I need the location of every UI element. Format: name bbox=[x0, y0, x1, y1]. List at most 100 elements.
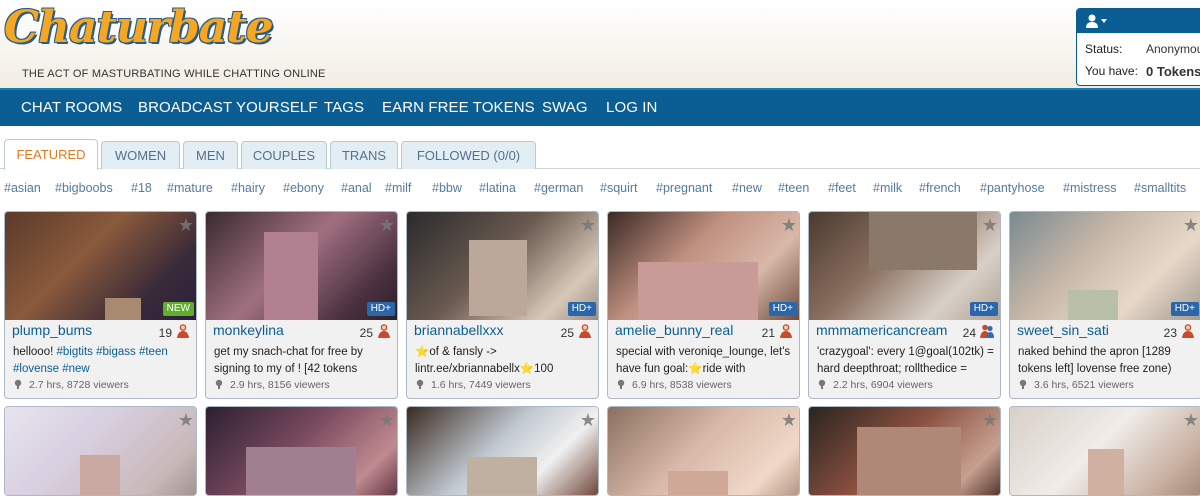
room-card[interactable]: ★ HD+ amelie_bunny_real 21 special with vero… bbox=[607, 211, 800, 399]
room-card[interactable]: ★ NEW plump_bums 19 hellooo! #bigtits #bigas… bbox=[4, 211, 197, 399]
room-thumbnail[interactable]: ★ NEW bbox=[5, 212, 196, 320]
hashtag-link[interactable]: #milf bbox=[385, 181, 411, 195]
room-card[interactable]: ★ bbox=[1009, 406, 1200, 496]
room-thumbnail[interactable]: ★ HD+ bbox=[809, 212, 1000, 320]
subject-hashtag-link[interactable]: #new bbox=[62, 363, 90, 375]
tab-women[interactable]: WOMEN bbox=[101, 141, 180, 169]
star-icon[interactable]: ★ bbox=[379, 215, 395, 236]
subject-hashtag-link[interactable]: #teen bbox=[139, 346, 168, 358]
room-subject: hellooo! #bigtits #bigass #teen #lovense… bbox=[13, 346, 168, 375]
room-thumbnail[interactable]: ★ HD+ bbox=[206, 212, 397, 320]
hashtag-link[interactable]: #latina bbox=[479, 181, 516, 195]
hashtag-link[interactable]: #squirt bbox=[600, 181, 638, 195]
female-gender-icon bbox=[176, 323, 190, 339]
nav-swag[interactable]: SWAG bbox=[542, 99, 588, 116]
room-age: 21 bbox=[761, 326, 775, 340]
subject-hashtag-link[interactable]: #lovense bbox=[13, 363, 59, 375]
room-username[interactable]: sweet_sin_sati bbox=[1017, 322, 1109, 338]
star-icon[interactable]: ★ bbox=[580, 410, 596, 431]
hashtag-link[interactable]: #milk bbox=[873, 181, 902, 195]
room-card[interactable]: ★ bbox=[808, 406, 1001, 496]
room-card[interactable]: ★ HD+ sweet_sin_sati 23 naked behind the apr… bbox=[1009, 211, 1200, 399]
room-age: 19 bbox=[158, 326, 172, 340]
room-thumbnail[interactable]: ★ HD+ bbox=[1010, 212, 1200, 320]
room-subject: 'crazygoal': every 1@goal(102tk) = hard … bbox=[817, 346, 994, 375]
hd-badge: HD+ bbox=[366, 302, 395, 316]
room-username[interactable]: monkeylina bbox=[213, 322, 284, 338]
hashtag-link[interactable]: #pantyhose bbox=[980, 181, 1045, 195]
nav-log-in[interactable]: LOG IN bbox=[606, 99, 657, 116]
star-icon[interactable]: ★ bbox=[1183, 410, 1199, 431]
hashtag-link[interactable]: #18 bbox=[131, 181, 152, 195]
room-card[interactable]: ★ HD+ briannabellxxx 25 ⭐of & fansly -> lint… bbox=[406, 211, 599, 399]
room-meta-text: 3.6 hrs, 6521 viewers bbox=[1034, 379, 1134, 391]
star-icon[interactable]: ★ bbox=[982, 215, 998, 236]
censor-block bbox=[668, 471, 728, 495]
room-thumbnail[interactable]: ★ bbox=[608, 407, 799, 495]
hashtag-link[interactable]: #feet bbox=[828, 181, 856, 195]
star-icon[interactable]: ★ bbox=[178, 410, 194, 431]
tab-followed[interactable]: FOLLOWED (0/0) bbox=[401, 141, 536, 169]
hashtag-link[interactable]: #pregnant bbox=[656, 181, 712, 195]
star-icon[interactable]: ★ bbox=[580, 215, 596, 236]
user-box-header[interactable] bbox=[1077, 9, 1200, 33]
hashtag-link[interactable]: #asian bbox=[4, 181, 41, 195]
room-meta-text: 6.9 hrs, 8538 viewers bbox=[632, 379, 732, 391]
hashtag-link[interactable]: #french bbox=[919, 181, 961, 195]
star-icon[interactable]: ★ bbox=[1183, 215, 1199, 236]
room-meta-text: 2.7 hrs, 8728 viewers bbox=[29, 379, 129, 391]
hashtag-link[interactable]: #smalltits bbox=[1134, 181, 1186, 195]
new-badge: NEW bbox=[162, 302, 194, 316]
room-thumbnail[interactable]: ★ bbox=[1010, 407, 1200, 495]
nav-broadcast-yourself[interactable]: BROADCAST YOURSELF bbox=[138, 99, 318, 116]
hashtag-link[interactable]: #bigboobs bbox=[55, 181, 113, 195]
room-thumbnail[interactable]: ★ HD+ bbox=[608, 212, 799, 320]
hd-badge: HD+ bbox=[567, 302, 596, 316]
nav-earn-free-tokens[interactable]: EARN FREE TOKENS bbox=[382, 99, 535, 116]
star-icon[interactable]: ★ bbox=[781, 215, 797, 236]
hashtag-link[interactable]: #mistress bbox=[1063, 181, 1116, 195]
star-icon[interactable]: ★ bbox=[379, 410, 395, 431]
star-icon[interactable]: ★ bbox=[982, 410, 998, 431]
tab-trans[interactable]: TRANS bbox=[330, 141, 398, 169]
room-thumbnail[interactable]: ★ HD+ bbox=[407, 212, 598, 320]
room-thumbnail[interactable]: ★ bbox=[809, 407, 1000, 495]
nav-tags[interactable]: TAGS bbox=[324, 99, 364, 116]
star-icon[interactable]: ★ bbox=[178, 215, 194, 236]
tab-couples[interactable]: COUPLES bbox=[241, 141, 327, 169]
room-thumbnail[interactable]: ★ bbox=[5, 407, 196, 495]
subject-hashtag-link[interactable]: #bigtits bbox=[56, 346, 92, 358]
hashtag-link[interactable]: #bbw bbox=[432, 181, 462, 195]
hashtag-link[interactable]: #mature bbox=[167, 181, 213, 195]
room-thumbnail[interactable]: ★ bbox=[407, 407, 598, 495]
hashtag-link[interactable]: #teen bbox=[778, 181, 809, 195]
user-icon[interactable] bbox=[1085, 13, 1109, 29]
nav-chat-rooms[interactable]: CHAT ROOMS bbox=[21, 99, 122, 116]
site-logo[interactable]: Chaturbate bbox=[4, 2, 274, 53]
star-icon[interactable]: ★ bbox=[781, 410, 797, 431]
tab-men[interactable]: MEN bbox=[183, 141, 238, 169]
censor-block bbox=[1088, 449, 1124, 495]
room-subject: special with veroniqe_lounge, let's have… bbox=[616, 346, 791, 375]
room-card[interactable]: ★ bbox=[205, 406, 398, 496]
room-username[interactable]: briannabellxxx bbox=[414, 322, 504, 338]
room-card[interactable]: ★ HD+ monkeylina 25 get my snach-chat for fr… bbox=[205, 211, 398, 399]
room-card[interactable]: ★ bbox=[607, 406, 800, 496]
room-username[interactable]: mmmamericancream bbox=[816, 322, 947, 338]
tab-featured[interactable]: FEATURED bbox=[4, 139, 98, 170]
room-username[interactable]: amelie_bunny_real bbox=[615, 322, 733, 338]
hd-badge: HD+ bbox=[969, 302, 998, 316]
site-tagline: THE ACT OF MASTURBATING WHILE CHATTING O… bbox=[22, 68, 326, 80]
hashtag-link[interactable]: #new bbox=[732, 181, 762, 195]
room-card[interactable]: ★ bbox=[4, 406, 197, 496]
hashtag-link[interactable]: #hairy bbox=[231, 181, 265, 195]
room-meta-text: 2.2 hrs, 6904 viewers bbox=[833, 379, 933, 391]
room-card[interactable]: ★ HD+ mmmamericancream 24 'crazygoal': every… bbox=[808, 211, 1001, 399]
hashtag-link[interactable]: #german bbox=[534, 181, 583, 195]
room-card[interactable]: ★ bbox=[406, 406, 599, 496]
room-username[interactable]: plump_bums bbox=[12, 322, 92, 338]
hashtag-link[interactable]: #anal bbox=[341, 181, 372, 195]
room-thumbnail[interactable]: ★ bbox=[206, 407, 397, 495]
subject-hashtag-link[interactable]: #bigass bbox=[96, 346, 136, 358]
hashtag-link[interactable]: #ebony bbox=[283, 181, 324, 195]
